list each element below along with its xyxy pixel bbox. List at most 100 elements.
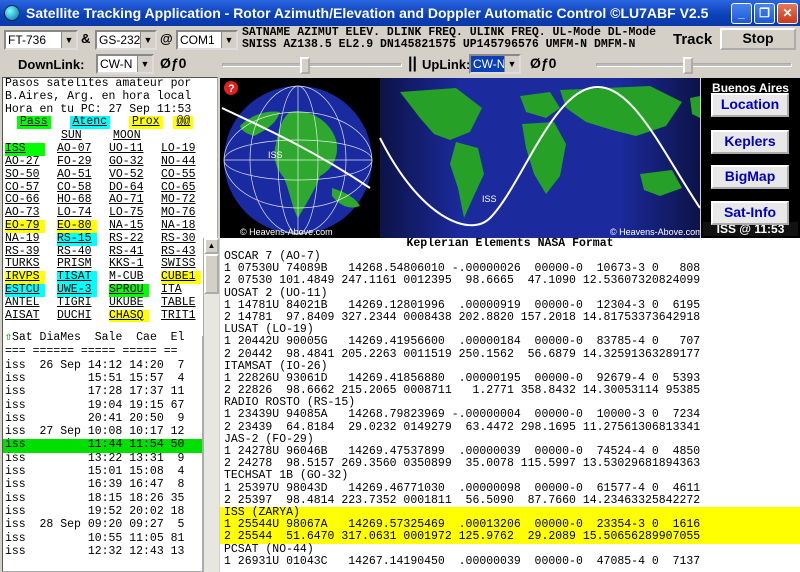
kepler-line: PCSAT (NO-44) [224, 542, 314, 556]
sat-info-button[interactable]: Sat-Info [711, 201, 789, 225]
rotor-value: GS-232 [99, 33, 141, 47]
window-title: Satellite Tracking Application - Rotor A… [26, 5, 709, 21]
left-scrollbar[interactable]: ▲ [203, 238, 219, 572]
satellite-status: SATNAME AZIMUT ELEV. DLINK FREQ. ULINK F… [242, 27, 672, 63]
pass-row[interactable]: iss 20:41 20:50 9 [3, 412, 217, 426]
pass-row[interactable]: iss 15:51 15:57 4 [3, 372, 217, 386]
radio-select[interactable]: FT-736 ▼ [4, 30, 78, 50]
scroll-thumb[interactable] [204, 254, 219, 294]
map-graphic: ISS © Heavens-Above.com ? ISS © Heavens-… [220, 78, 700, 238]
close-button[interactable]: ✕ [777, 2, 798, 24]
pass-row[interactable]: iss 16:39 16:47 8 [3, 478, 217, 492]
satellite-link[interactable]: TIGRI [57, 296, 109, 310]
scroll-up-icon[interactable]: ▲ [204, 238, 219, 254]
track-label: Track [673, 31, 713, 48]
downlink-delta-f[interactable]: Øƒ0 [160, 55, 186, 71]
kepler-line: 2 25397 98.4814 223.7352 0001811 56.5090… [224, 493, 701, 507]
pass-row[interactable]: iss 26 Sep 14:12 14:20 7 [3, 359, 217, 373]
pass-row[interactable]: iss 12:32 12:43 13 [3, 545, 217, 559]
kepler-line: 2 20442 98.4841 205.2263 0011519 250.156… [224, 347, 701, 361]
minimize-button[interactable]: _ [731, 2, 752, 24]
satellite-link[interactable]: GO-32 [109, 155, 161, 169]
prox-button[interactable]: Prox [128, 116, 163, 130]
title-bar[interactable]: Satellite Tracking Application - Rotor A… [0, 0, 800, 26]
pass-row[interactable]: iss 10:55 11:05 81 [3, 532, 217, 546]
slider-thumb[interactable] [683, 57, 694, 74]
pass-table-rule: === ====== ===== ===== == [5, 345, 178, 359]
pass-row[interactable]: iss 11:44 11:54 50 [3, 438, 217, 453]
at-label: @ [160, 31, 173, 46]
pass-row[interactable]: iss 27 Sep 10:08 10:17 12 [3, 425, 217, 439]
stop-button[interactable]: Stop [720, 28, 796, 50]
satellite-link[interactable]: NA-15 [109, 219, 161, 233]
satellite-link[interactable]: SO-50 [5, 168, 57, 182]
keplerian-lines: OSCAR 7 (AO-7) 1 07530U 74089B 14268.5480… [220, 250, 800, 568]
downlink-mode-select[interactable]: CW-N ▼ [96, 54, 154, 74]
satellite-link[interactable]: FO-29 [57, 155, 109, 169]
kepler-line: 1 25397U 98043D 14269.46771030 .00000098… [224, 481, 701, 495]
satellite-link[interactable]: EO-79 [5, 219, 45, 233]
sat-status-values: SNISS AZ138.5 EL2.9 DN145821575 UP145796… [242, 38, 636, 51]
port-value: COM1 [180, 33, 215, 47]
pass-table-header-row: ⇧Sat DiaMes Sale Cae El [3, 331, 217, 346]
satellite-link[interactable]: NO-44 [161, 155, 213, 169]
downlink-mode-value: CW-N [100, 57, 133, 71]
chevron-down-icon[interactable]: ▼ [137, 56, 152, 72]
pass-table-header: Sat DiaMes Sale Cae El [11, 331, 185, 345]
keplers-button[interactable]: Keplers [711, 130, 789, 154]
satellite-link[interactable]: ESTCU [5, 283, 45, 297]
app-globe-icon [4, 5, 20, 21]
satellite-list-panel[interactable]: Pasos satelites amateur por B.Aires, Arg… [2, 77, 218, 572]
maximize-button[interactable]: ❐ [754, 2, 775, 24]
satellite-link[interactable]: UWE-3 [57, 283, 97, 297]
pass-row[interactable]: iss 13:22 13:31 9 [3, 452, 217, 466]
satellite-link[interactable]: NA-19 [5, 232, 57, 246]
pass-row[interactable]: iss 18:15 18:26 35 [3, 492, 217, 506]
satellite-link[interactable]: EO-80 [57, 219, 97, 233]
atenc-button[interactable]: Atenc [69, 116, 111, 130]
satellite-link[interactable]: UKUBE [109, 296, 161, 310]
radio-value: FT-736 [8, 33, 47, 47]
arrow-up-icon[interactable]: ⇧ [5, 331, 12, 344]
pass-table: === ====== ===== ===== == iss 26 Sep 14:1… [3, 345, 217, 559]
satellite-link[interactable]: AISAT [5, 309, 57, 323]
satellite-link[interactable]: CHASQ [109, 309, 149, 323]
port-select[interactable]: COM1 ▼ [176, 30, 238, 50]
satellite-link[interactable]: ANTEL [5, 296, 57, 310]
satellite-link[interactable]: SPROU [109, 283, 149, 297]
at-button[interactable]: @@ [173, 116, 194, 130]
pass-row[interactable]: iss 15:01 15:08 4 [3, 465, 217, 479]
satellite-link[interactable]: AO-51 [57, 168, 109, 182]
kepler-line: 1 23439U 94085A 14268.79823969 -.0000000… [224, 408, 701, 422]
tracking-map[interactable]: ISS © Heavens-Above.com ? ISS © Heavens-… [220, 78, 700, 238]
satellite-link[interactable]: AO-27 [5, 155, 57, 169]
downlink-tune-slider[interactable] [222, 57, 402, 74]
pass-row[interactable]: iss 28 Sep 09:20 09:27 5 [3, 518, 217, 532]
chevron-down-icon[interactable]: ▼ [221, 32, 236, 48]
rotor-select[interactable]: GS-232 ▼ [95, 30, 157, 50]
pass-row[interactable]: iss 19:52 20:02 18 [3, 505, 217, 519]
help-glyph[interactable]: ? [228, 83, 235, 95]
keplerian-elements-panel[interactable]: Keplerian Elements NASA Format OSCAR 7 (… [220, 238, 800, 572]
kepler-line: TECHSAT 1B (GO-32) [224, 469, 349, 483]
pass-row[interactable]: iss 17:28 17:37 11 [3, 385, 217, 399]
satellite-link[interactable]: RS-15 [57, 232, 97, 246]
satellite-link[interactable]: RS-22 [109, 232, 161, 246]
location-button[interactable]: Location [711, 93, 789, 117]
chevron-down-icon[interactable]: ▼ [61, 32, 76, 48]
pass-row[interactable]: iss 19:04 19:15 67 [3, 399, 217, 413]
uplink-tune-slider[interactable] [596, 57, 792, 74]
satellite-link[interactable]: CO-55 [161, 168, 213, 182]
bigmap-button[interactable]: BigMap [711, 165, 789, 189]
chevron-down-icon[interactable]: ▼ [140, 32, 155, 48]
globe-credit: © Heavens-Above.com [240, 227, 333, 237]
intro-line: Pasos satelites amateur por [5, 77, 192, 90]
kepler-line: 2 25544 51.6470 317.0631 0001972 125.976… [220, 531, 800, 544]
flat-sat-marker: ISS [482, 194, 497, 204]
kepler-line: UOSAT 2 (UO-11) [224, 286, 328, 300]
satellite-link[interactable]: NA-18 [161, 219, 213, 233]
kepler-line: 2 23439 64.8184 29.0232 0149279 63.4472 … [224, 420, 701, 434]
pass-button[interactable]: Pass [17, 116, 51, 130]
satellite-link[interactable]: VO-52 [109, 168, 161, 182]
satellite-link[interactable]: DUCHI [57, 309, 109, 323]
